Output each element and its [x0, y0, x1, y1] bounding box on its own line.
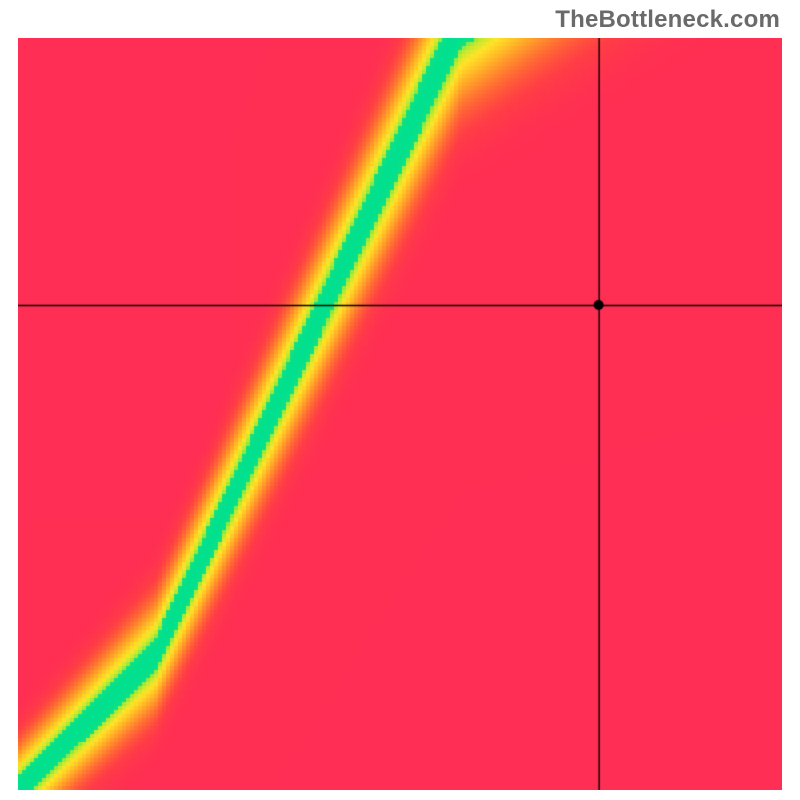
- chart-container: TheBottleneck.com: [0, 0, 800, 800]
- bottleneck-heatmap: [18, 38, 782, 790]
- watermark-text: TheBottleneck.com: [555, 6, 780, 34]
